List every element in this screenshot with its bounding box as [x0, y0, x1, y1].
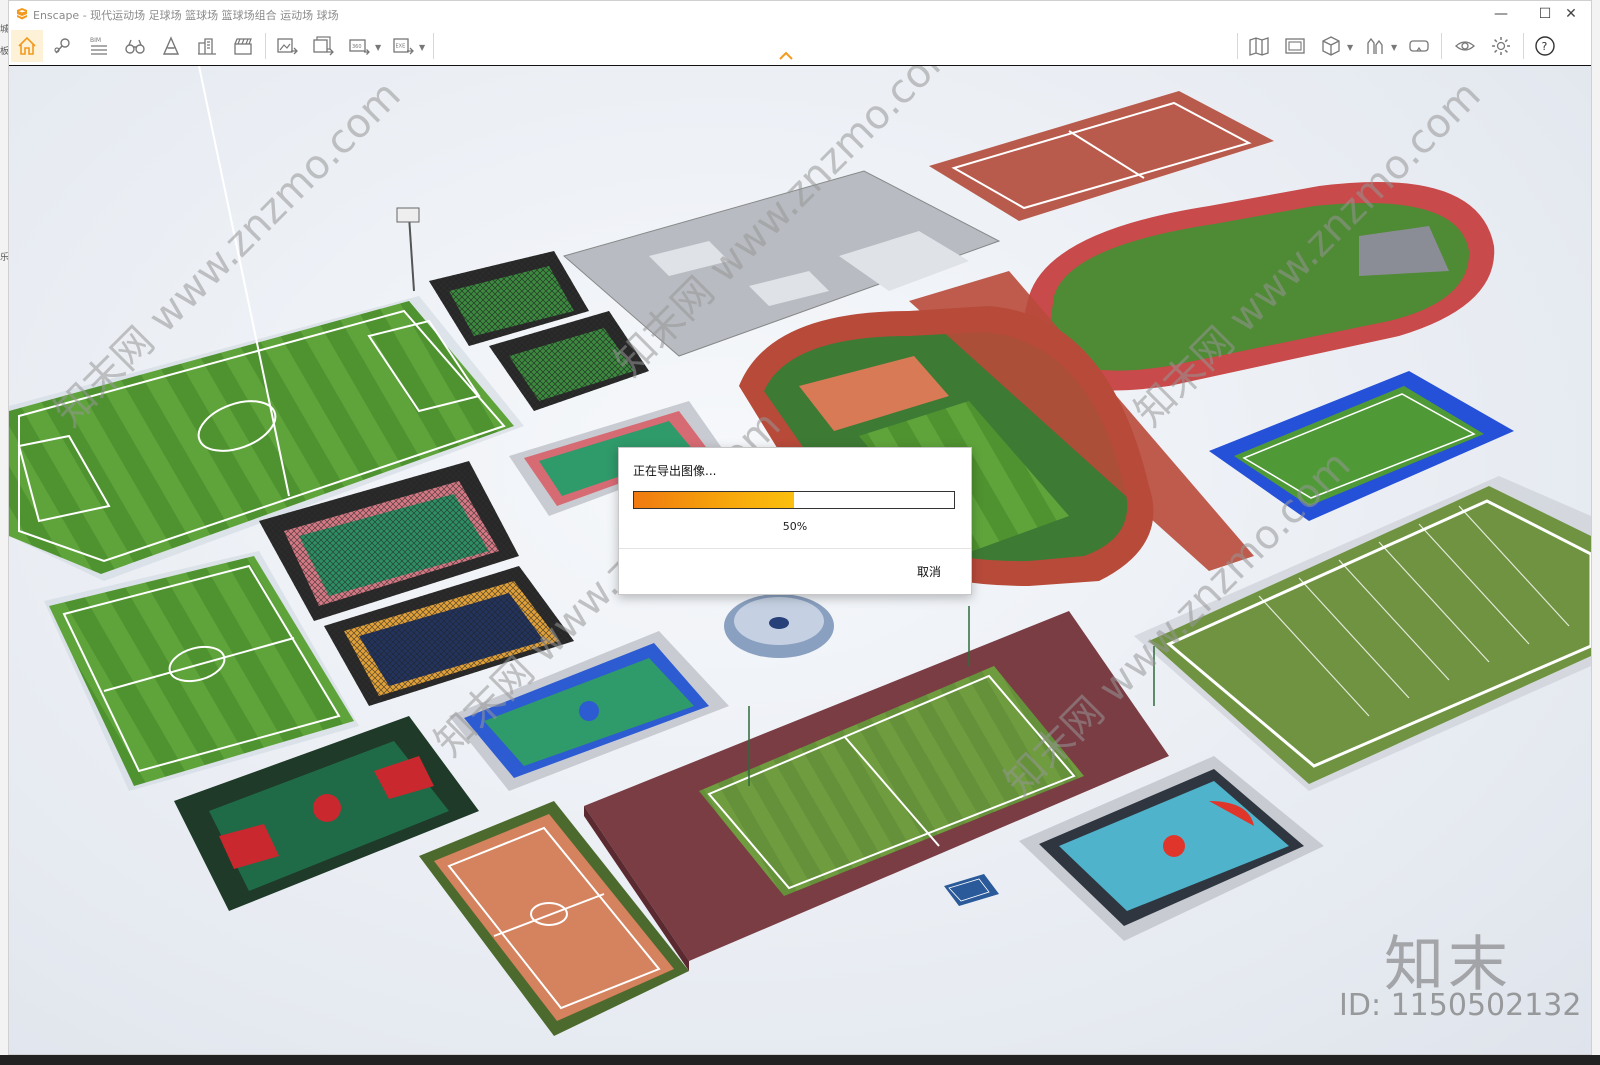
solar-panels	[944, 874, 999, 906]
svg-text:EXE: EXE	[396, 44, 406, 50]
export-exe-button[interactable]: EXE	[387, 30, 419, 62]
asset-library-icon	[1367, 37, 1383, 54]
collapse-toolbar-arrow-icon[interactable]	[778, 51, 794, 61]
export-image-icon	[277, 38, 298, 55]
window-title: Enscape - 现代运动场 足球场 篮球场 篮球场组合 运动场 球场	[33, 9, 339, 22]
title-bar: Enscape - 现代运动场 足球场 篮球场 篮球场组合 运动场 球场 — ☐…	[9, 1, 1591, 27]
close-button[interactable]: ✕	[1549, 1, 1593, 27]
help-button[interactable]: ?	[1529, 30, 1561, 62]
minimize-button[interactable]: —	[1479, 1, 1523, 27]
home-button[interactable]	[11, 30, 43, 62]
cube-button[interactable]	[1315, 30, 1347, 62]
map-pin-icon	[54, 38, 70, 54]
svg-text:BIM: BIM	[90, 37, 101, 44]
export-image-button[interactable]	[271, 30, 303, 62]
background-app-strip-left: 城 板 乐	[0, 0, 9, 1065]
bim-button[interactable]: BIM	[83, 30, 115, 62]
binoculars-icon	[125, 39, 145, 54]
clapper-icon	[234, 38, 252, 55]
chevron-down-icon[interactable]: ▼	[375, 43, 381, 52]
export-progress-dialog: 正在导出图像... 50% 取消	[618, 447, 972, 595]
screenshot-button[interactable]	[1279, 30, 1311, 62]
bim-icon: BIM	[90, 37, 107, 55]
vr-headset-button[interactable]	[1403, 30, 1435, 62]
clay-tennis-court	[929, 91, 1274, 221]
batch-export-button[interactable]	[307, 30, 339, 62]
map-pin-button[interactable]	[47, 30, 79, 62]
minimize-icon: —	[1494, 6, 1508, 22]
video-editor-button[interactable]	[227, 30, 259, 62]
svg-text:?: ?	[1542, 40, 1548, 53]
chevron-down-icon[interactable]: ▼	[419, 43, 425, 52]
close-icon: ✕	[1565, 6, 1577, 22]
map-view-icon	[1249, 37, 1269, 56]
buildings-icon	[198, 38, 216, 55]
asset-library-button[interactable]	[1359, 30, 1391, 62]
amphitheater	[724, 594, 834, 658]
background-app-strip-right	[1592, 0, 1600, 1065]
progress-bar-fill	[634, 492, 794, 508]
toolbar-separator	[1441, 33, 1442, 59]
taskbar-strip	[0, 1055, 1600, 1065]
map-view-button[interactable]	[1243, 30, 1275, 62]
enscape-toolbar: BIM 360 ▼ EXE ▼ ▼ ▼ ?	[9, 27, 1591, 67]
toolbar-separator	[265, 33, 266, 59]
gear-icon	[1492, 37, 1510, 55]
binoculars-button[interactable]	[119, 30, 151, 62]
panorama-360-icon: 360	[349, 39, 370, 55]
progress-percent-label: 50%	[782, 520, 808, 533]
export-panorama-button[interactable]: 360	[343, 30, 375, 62]
toolbar-separator	[1237, 33, 1238, 59]
enscape-logo-icon	[17, 8, 27, 20]
navigation-button[interactable]	[155, 30, 187, 62]
buildings-button[interactable]	[191, 30, 223, 62]
help-icon: ?	[1535, 36, 1555, 56]
export-progress-bar	[633, 491, 955, 509]
home-icon	[18, 36, 36, 55]
export-exe-icon: EXE	[393, 38, 414, 55]
visual-settings-button[interactable]	[1449, 30, 1481, 62]
screenshot-icon	[1285, 38, 1305, 54]
svg-text:360: 360	[352, 44, 362, 50]
navigation-a-icon	[162, 36, 180, 55]
batch-export-icon	[313, 36, 334, 56]
toolbar-separator	[1523, 33, 1524, 59]
enscape-window: Enscape - 现代运动场 足球场 篮球场 篮球场组合 运动场 球场 — ☐…	[8, 0, 1592, 1055]
cancel-button[interactable]: 取消	[899, 560, 959, 582]
dialog-divider	[619, 548, 971, 549]
eye-icon	[1455, 41, 1475, 51]
vr-headset-icon	[1409, 40, 1429, 52]
settings-button[interactable]	[1485, 30, 1517, 62]
dialog-title: 正在导出图像...	[633, 464, 717, 478]
toolbar-separator	[433, 33, 434, 59]
cube-icon	[1322, 36, 1340, 56]
chevron-down-icon[interactable]: ▼	[1391, 43, 1397, 52]
chevron-down-icon[interactable]: ▼	[1347, 43, 1353, 52]
asset-id-watermark: ID: 1150502132	[1339, 988, 1582, 1023]
